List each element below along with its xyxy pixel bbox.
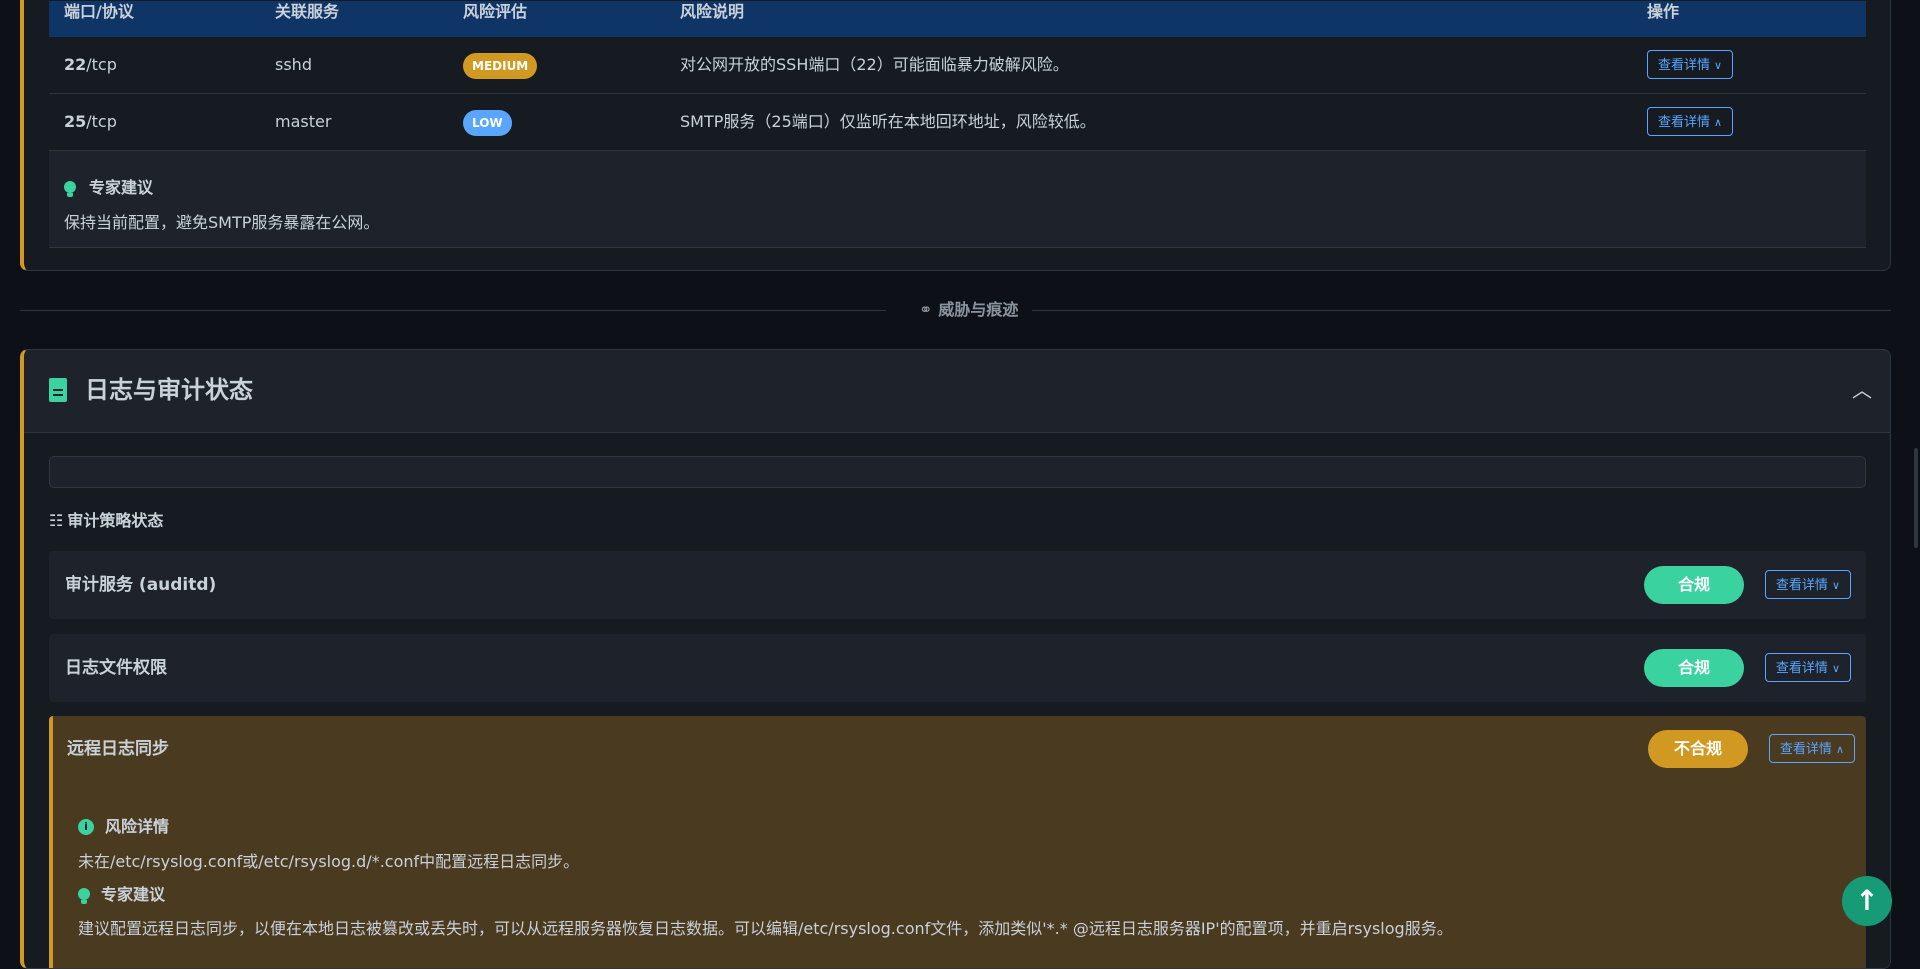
desc-cell: 对公网开放的SSH端口（22）可能面临暴力破解风险。 [680,55,1069,74]
policy-label: 审计服务 (auditd) [65,575,217,595]
chevron-up-icon: ∧ [1714,117,1723,129]
ports-table: 端口/协议 关联服务 风险评估 风险说明 操作 22/tcp sshd MEDI… [49,1,1866,248]
advice-title: 专家建议 [89,178,154,197]
view-details-button[interactable]: 查看详情 ∧ [1647,107,1734,136]
status-badge: 不合规 [1648,730,1748,768]
chevron-down-icon: ∨ [1714,60,1723,72]
filter-bar[interactable] [49,456,1866,488]
status-badge: 合规 [1644,649,1744,687]
table-row: 22/tcp sshd MEDIUM 对公网开放的SSH端口（22）可能面临暴力… [49,37,1866,94]
col-risk: 风险评估 [463,2,528,21]
chevron-down-icon: ∨ [1831,663,1840,675]
risk-badge: MEDIUM [463,53,538,79]
view-details-button[interactable]: 查看详情 ∨ [1647,50,1734,79]
divider-line-right [1030,310,1891,311]
log-audit-card: 日志与审计状态 ︿ ☷ 审计策略状态 审计服务 (auditd) 合规 查看详情 ∨… [20,349,1891,969]
scrollbar[interactable] [1914,448,1918,548]
col-desc: 风险说明 [680,2,745,21]
service-cell: master [275,112,332,131]
risk-badge: LOW [463,110,512,136]
policy-label: 远程日志同步 [67,739,169,759]
remote-log-sync-item: 远程日志同步 不合规 查看详情 ∧ i 风险详情 未在/etc/rsyslog.c… [49,716,1866,968]
threat-trace-label: ⚭ 威胁与痕迹 [905,299,1033,321]
view-details-button[interactable]: 查看详情 ∧ [1768,734,1855,763]
policy-heading: ☷ 审计策略状态 [49,511,164,530]
arrow-up-icon: ↑ [1855,884,1879,917]
service-cell: sshd [275,55,312,74]
advice-text: 保持当前配置，避免SMTP服务暴露在公网。 [64,213,380,232]
document-icon [49,378,67,402]
list-item: 审计服务 (auditd) 合规 查看详情 ∨ [49,551,1866,619]
col-action: 操作 [1647,2,1680,21]
risk-detail-text: 未在/etc/rsyslog.conf或/etc/rsyslog.d/*.con… [78,852,580,871]
log-card-title: 日志与审计状态 [85,376,253,404]
policy-label: 日志文件权限 [65,658,167,678]
advice-text: 建议配置远程日志同步，以便在本地日志被篡改或丢失时，可以从远程服务器恢复日志数据… [78,919,1453,938]
divider-line-left [20,310,886,311]
port-cell: 25/tcp [64,112,117,131]
col-port: 端口/协议 [64,2,134,21]
info-icon: i [78,819,94,835]
checklist-icon: ☷ [49,511,64,530]
log-card-header[interactable]: 日志与审计状态 ︿ [24,350,1890,433]
ports-table-header: 端口/协议 关联服务 风险评估 风险说明 操作 [49,1,1866,37]
lightbulb-icon [78,888,90,904]
chevron-up-icon[interactable]: ︿ [1850,378,1874,402]
col-service: 关联服务 [275,2,340,21]
lightbulb-icon [64,181,76,197]
status-badge: 合规 [1644,566,1744,604]
footprints-icon: ⚭ [919,300,933,319]
table-row: 25/tcp master LOW SMTP服务（25端口）仅监听在本地回环地址… [49,94,1866,151]
view-details-button[interactable]: 查看详情 ∨ [1764,570,1851,599]
back-to-top-button[interactable]: ↑ [1842,876,1892,926]
expert-advice-box: 专家建议 保持当前配置，避免SMTP服务暴露在公网。 [49,151,1866,248]
chevron-down-icon: ∨ [1831,580,1840,592]
view-details-button[interactable]: 查看详情 ∨ [1764,653,1851,682]
desc-cell: SMTP服务（25端口）仅监听在本地回环地址，风险较低。 [680,112,1096,131]
list-item: 日志文件权限 合规 查看详情 ∨ [49,634,1866,702]
open-ports-card: 端口/协议 关联服务 风险评估 风险说明 操作 22/tcp sshd MEDI… [20,0,1891,271]
chevron-up-icon: ∧ [1835,744,1844,756]
risk-detail-title: 风险详情 [105,817,170,836]
section-divider: ⚭ 威胁与痕迹 [20,299,1891,321]
advice-title: 专家建议 [101,885,166,904]
port-cell: 22/tcp [64,55,117,74]
